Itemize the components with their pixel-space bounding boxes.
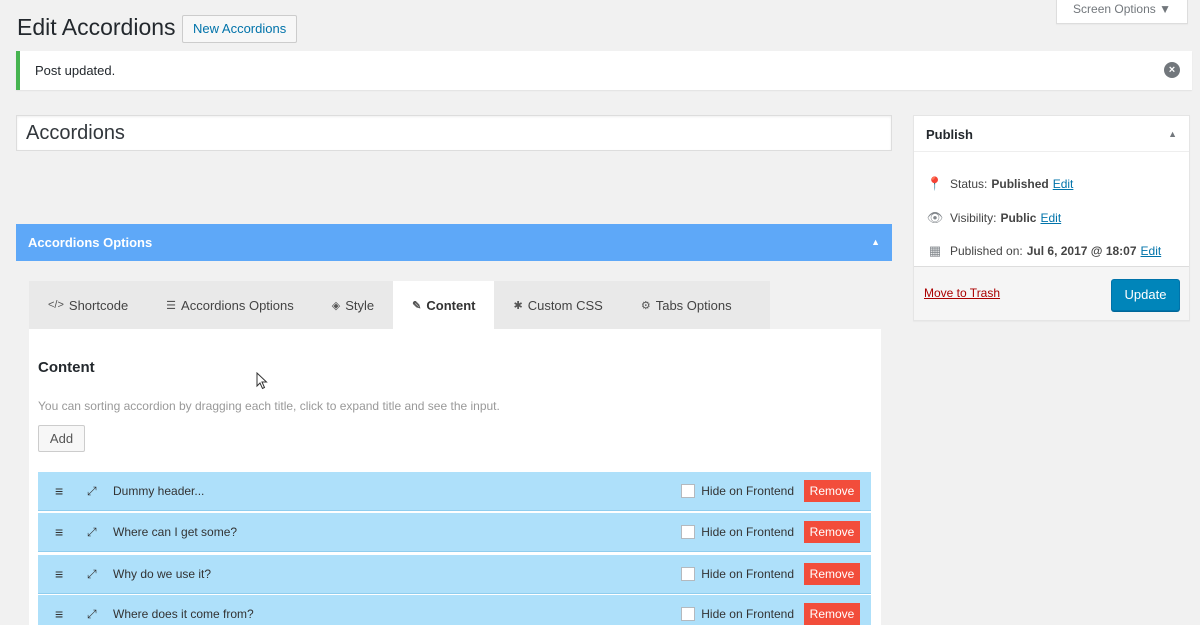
tab-label: Tabs Options [655,297,732,313]
settings-tabs: </> Shortcode ☰ Accordions Options ◈ Sty… [29,281,770,329]
status-row: 📍 Status: Published Edit [926,176,1073,192]
remove-button[interactable]: Remove [804,563,860,585]
accordion-item-title[interactable]: Why do we use it? [113,567,681,581]
collapse-arrow-icon[interactable]: ▲ [871,237,880,247]
status-value: Published [991,177,1049,191]
visibility-label: Visibility: [950,211,997,225]
bug-icon: ✱ [513,299,523,312]
hide-on-frontend-label: Hide on Frontend [701,525,794,539]
remove-button[interactable]: Remove [804,480,860,502]
accordion-item[interactable]: ≡ ⤢ Dummy header... Hide on Frontend Rem… [38,472,871,511]
content-panel: Content You can sorting accordion by dra… [29,329,881,625]
mouse-cursor-icon [256,372,268,390]
accordion-item-title[interactable]: Where does it come from? [113,607,681,621]
gears-icon: ⚙ [640,299,651,312]
tab-label: Style [345,297,375,313]
tab-label: Custom CSS [527,297,603,313]
drag-handle-icon[interactable]: ≡ [55,524,69,540]
published-edit-link[interactable]: Edit [1141,244,1162,258]
visibility-edit-link[interactable]: Edit [1040,211,1061,225]
accordion-item[interactable]: ≡ ⤢ Where does it come from? Hide on Fro… [38,595,871,625]
hide-on-frontend-label: Hide on Frontend [701,484,794,498]
calendar-icon: ▦ [928,243,942,258]
accordion-item[interactable]: ≡ ⤢ Where can I get some? Hide on Fronte… [38,513,871,552]
publish-box: Publish ▲ 📍 Status: Published Edit 👁 Vis… [913,115,1190,321]
tab-accordions-options[interactable]: ☰ Accordions Options [147,281,313,329]
expand-icon[interactable]: ⤢ [87,607,101,622]
pin-icon: 📍 [926,176,944,191]
add-item-button[interactable]: Add [38,425,85,452]
tab-custom-css[interactable]: ✱ Custom CSS [494,281,621,329]
eye-icon: 👁 [926,210,944,225]
hide-on-frontend-label: Hide on Frontend [701,567,794,581]
code-icon: </> [48,299,64,311]
collapse-arrow-icon[interactable]: ▲ [1168,129,1177,139]
post-title-input[interactable]: Accordions [16,115,892,151]
expand-icon[interactable]: ⤢ [87,484,101,499]
publish-heading: Publish [926,127,973,142]
add-new-button[interactable]: New Accordions [182,15,298,43]
hide-on-frontend-checkbox[interactable] [681,525,696,539]
diamond-icon: ◈ [331,299,341,312]
tab-content[interactable]: ✎ Content [393,281,495,329]
published-date-row: ▦ Published on: Jul 6, 2017 @ 18:07 Edit [926,243,1161,259]
tab-label: Content [426,297,476,313]
publish-header[interactable]: Publish ▲ [914,116,1189,152]
accordion-item-title[interactable]: Dummy header... [113,484,681,498]
accordion-item-title[interactable]: Where can I get some? [113,525,681,539]
accordion-item[interactable]: ≡ ⤢ Why do we use it? Hide on Frontend R… [38,555,871,594]
hide-on-frontend-checkbox[interactable] [681,567,696,581]
content-description: You can sorting accordion by dragging ea… [38,399,500,413]
status-edit-link[interactable]: Edit [1053,177,1074,191]
status-label: Status: [950,177,988,191]
update-button[interactable]: Update [1111,279,1180,311]
visibility-row: 👁 Visibility: Public Edit [926,210,1061,226]
tab-label: Accordions Options [181,297,294,313]
screen-options-button[interactable]: Screen Options ▼ [1056,0,1188,24]
publish-actions: Move to Trash Update [914,266,1189,320]
edit-icon: ✎ [412,299,422,312]
drag-handle-icon[interactable]: ≡ [55,566,69,582]
drag-handle-icon[interactable]: ≡ [55,483,69,499]
close-circle-icon[interactable]: × [1164,62,1180,78]
hide-on-frontend-label: Hide on Frontend [701,607,794,621]
notice-text: Post updated. [35,63,116,78]
content-heading: Content [38,359,95,376]
move-to-trash-link[interactable]: Move to Trash [924,286,1000,300]
hide-on-frontend-checkbox[interactable] [681,484,696,498]
expand-icon[interactable]: ⤢ [87,567,101,582]
visibility-value: Public [1000,211,1037,225]
expand-icon[interactable]: ⤢ [87,525,101,540]
updated-notice: Post updated. × [16,51,1192,90]
remove-button[interactable]: Remove [804,521,860,543]
published-value: Jul 6, 2017 @ 18:07 [1026,244,1137,258]
drag-handle-icon[interactable]: ≡ [55,606,69,622]
tab-label: Shortcode [68,297,129,313]
page-title: Edit Accordions [17,14,176,40]
tab-style[interactable]: ◈ Style [313,281,393,329]
accordions-options-header[interactable]: Accordions Options ▲ [16,224,892,261]
tab-tabs-options[interactable]: ⚙ Tabs Options [622,281,751,329]
remove-button[interactable]: Remove [804,603,860,625]
options-title: Accordions Options [28,235,153,250]
published-label: Published on: [950,244,1023,258]
hide-on-frontend-checkbox[interactable] [681,607,696,621]
list-icon: ☰ [166,299,177,312]
tab-shortcode[interactable]: </> Shortcode [29,281,147,329]
